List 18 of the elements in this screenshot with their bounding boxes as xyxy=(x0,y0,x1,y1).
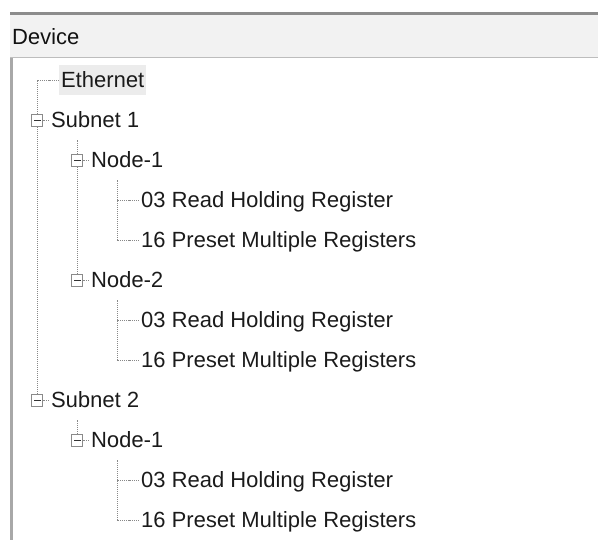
collapse-icon[interactable] xyxy=(71,434,84,446)
tree-item[interactable]: 03 Read Holding Register xyxy=(139,305,395,335)
tree-item[interactable]: Node-1 xyxy=(89,145,166,175)
collapse-icon[interactable] xyxy=(71,154,84,166)
tree-item[interactable]: Subnet 2 xyxy=(49,385,142,415)
tree-item[interactable]: 16 Preset Multiple Registers xyxy=(139,505,418,535)
tree-item[interactable]: 16 Preset Multiple Registers xyxy=(139,225,418,255)
tree-item[interactable]: Node-1 xyxy=(89,425,166,455)
collapse-icon[interactable] xyxy=(31,394,44,406)
tree-item[interactable]: 03 Read Holding Register xyxy=(139,465,395,495)
tree-item[interactable]: Ethernet xyxy=(59,65,146,95)
tree-item[interactable]: Subnet 1 xyxy=(49,105,142,135)
collapse-icon[interactable] xyxy=(71,274,84,286)
tree-item[interactable]: 03 Read Holding Register xyxy=(139,185,395,215)
column-header[interactable]: Device xyxy=(10,12,598,58)
tree-item[interactable]: 16 Preset Multiple Registers xyxy=(139,345,418,375)
collapse-icon[interactable] xyxy=(31,114,44,126)
tree-item[interactable]: Node-2 xyxy=(89,265,166,295)
